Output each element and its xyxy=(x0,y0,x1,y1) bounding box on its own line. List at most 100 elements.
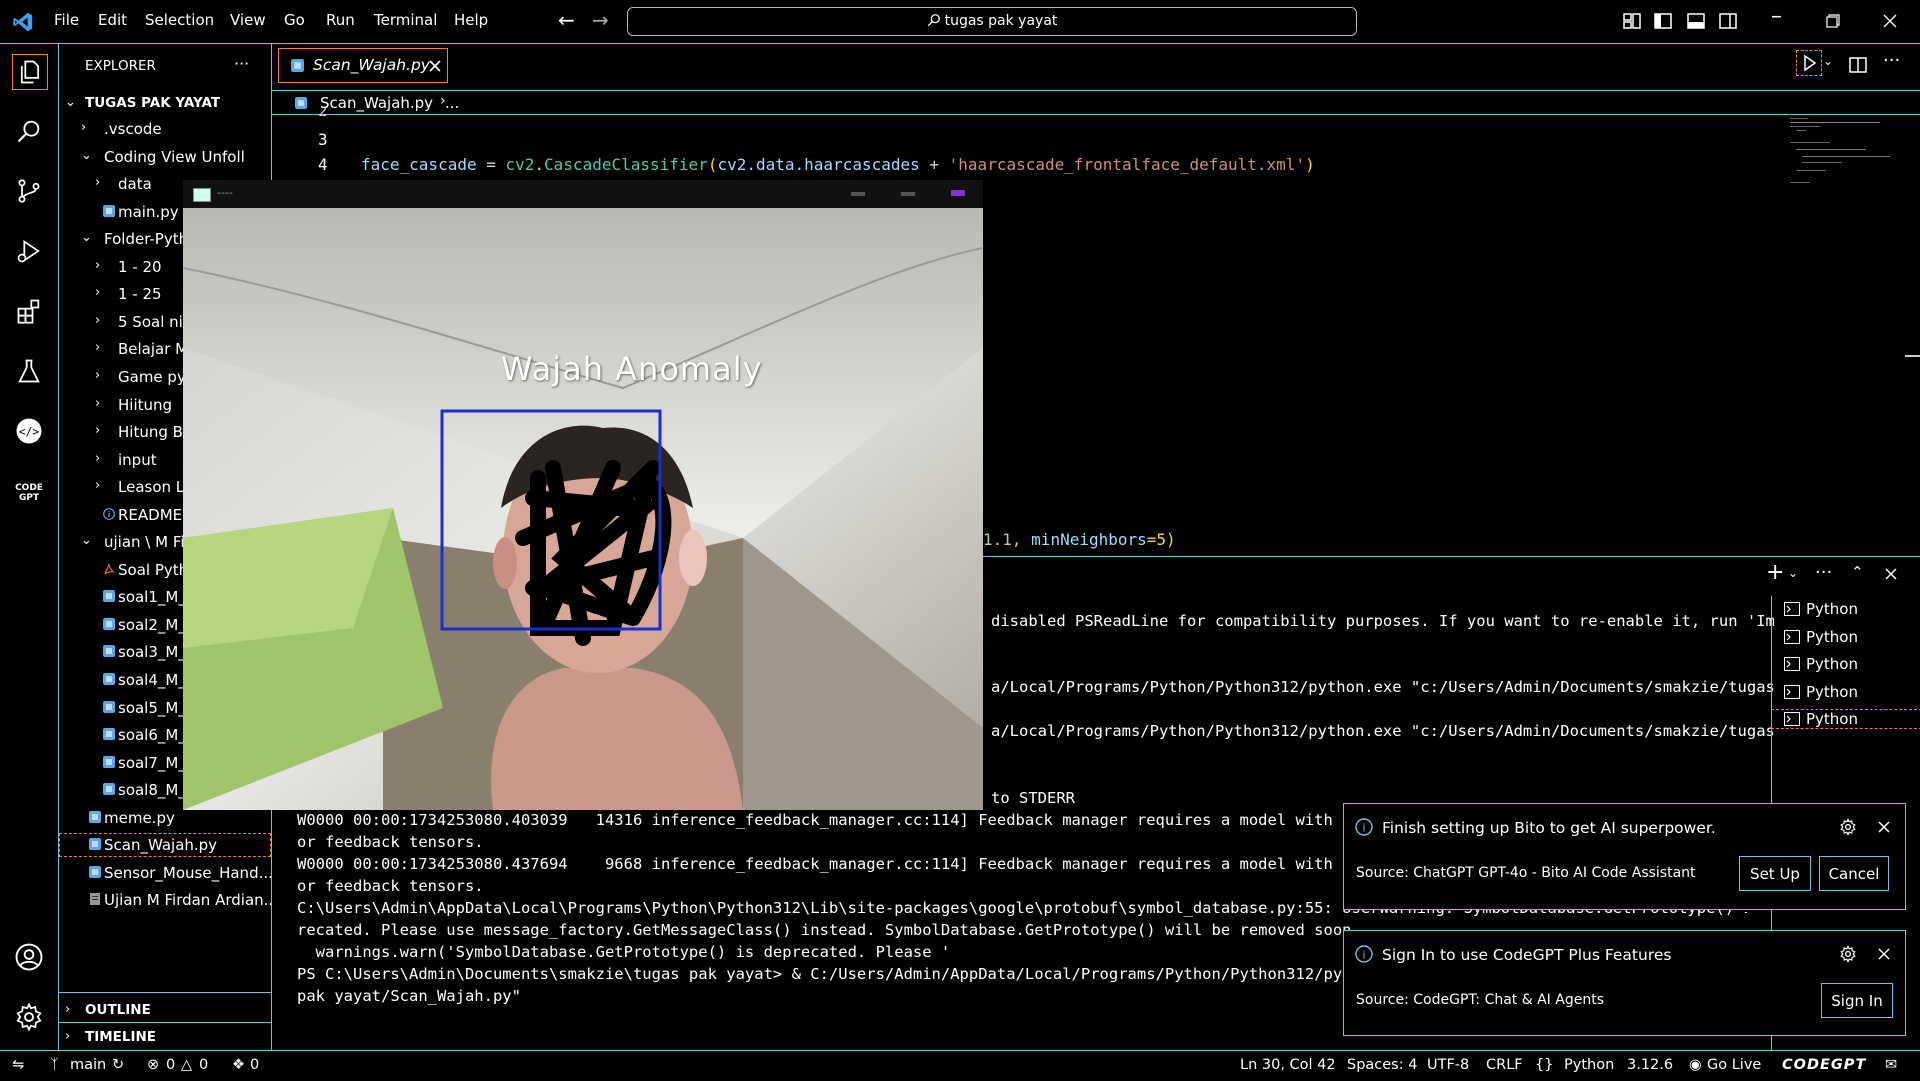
codegpt-status[interactable]: CODEGPT xyxy=(1782,1057,1866,1073)
chevron-right-icon: › xyxy=(95,396,101,411)
extensions-icon[interactable] xyxy=(12,294,46,328)
close-panel-icon[interactable] xyxy=(1885,568,1897,580)
chevron-right-icon: › xyxy=(95,258,101,273)
command-center[interactable]: tugas pak yayat xyxy=(627,7,1357,36)
breadcrumb-symbol[interactable]: ... xyxy=(445,94,459,112)
testing-flask-icon[interactable] xyxy=(12,354,46,388)
end-of-line[interactable]: CRLF xyxy=(1486,1057,1523,1073)
toggle-secondary-sidebar-icon[interactable] xyxy=(1719,12,1737,30)
svg-text:GPT: GPT xyxy=(19,493,40,502)
ports-count[interactable]: 0 xyxy=(250,1057,259,1073)
new-terminal-icon[interactable]: + xyxy=(1766,560,1784,585)
maximize-panel-icon[interactable]: ⌃ xyxy=(1851,563,1864,581)
notification-settings-gear-icon[interactable] xyxy=(1839,818,1857,836)
notifications-bell-icon[interactable]: ✉ xyxy=(1885,1057,1897,1073)
minimize-icon[interactable]: – xyxy=(1771,4,1782,29)
camera-close-icon[interactable] xyxy=(951,190,965,196)
split-editor-icon[interactable] xyxy=(1849,56,1867,74)
terminal-instance[interactable]: Python xyxy=(1784,628,1920,646)
language-mode[interactable]: Python xyxy=(1564,1057,1614,1073)
git-branch[interactable]: main xyxy=(70,1057,106,1073)
run-dropdown-chevron-icon[interactable]: ⌄ xyxy=(1823,54,1833,68)
cancel-button[interactable]: Cancel xyxy=(1819,856,1889,891)
timeline-section[interactable]: › TIMELINE xyxy=(59,1026,271,1050)
camera-window[interactable]: ---- Wajah Anomaly xyxy=(183,180,983,810)
tree-item[interactable]: ⌄ Coding View Unfoll xyxy=(59,145,271,169)
menu-file[interactable]: File xyxy=(54,11,79,29)
encoding[interactable]: UTF-8 xyxy=(1427,1057,1469,1073)
tab-scan-wajah[interactable]: Scan_Wajah.py xyxy=(278,48,448,83)
restore-icon[interactable] xyxy=(1826,14,1840,28)
terminal-line: PS C:\Users\Admin\Documents\smakzie\tuga… xyxy=(297,965,1380,983)
go-live-icon[interactable]: ◉ xyxy=(1689,1057,1702,1073)
codegpt-icon[interactable]: CODE GPT xyxy=(12,474,46,508)
close-tab-icon[interactable] xyxy=(429,60,441,72)
toggle-sidebar-icon[interactable] xyxy=(1654,12,1672,30)
search-activity-icon[interactable] xyxy=(12,114,46,148)
menu-go[interactable]: Go xyxy=(284,11,305,29)
menu-view[interactable]: View xyxy=(230,11,266,29)
remote-indicator-icon[interactable]: ⇋ xyxy=(12,1057,24,1073)
settings-gear-icon[interactable] xyxy=(12,1000,46,1034)
indentation[interactable]: Spaces: 4 xyxy=(1347,1057,1417,1073)
outline-section[interactable]: › OUTLINE xyxy=(59,999,271,1023)
editor-scrollbar[interactable] xyxy=(1905,355,1920,357)
panel-more-icon[interactable]: ··· xyxy=(1815,562,1832,583)
customize-layout-icon[interactable] xyxy=(1623,12,1641,30)
menu-selection[interactable]: Selection xyxy=(145,11,214,29)
camera-minimize-icon[interactable] xyxy=(851,192,865,196)
terminal-instance[interactable]: Python xyxy=(1784,683,1920,701)
camera-window-titlebar[interactable]: ---- xyxy=(183,180,983,208)
editor-more-icon[interactable]: ··· xyxy=(1883,50,1900,71)
code-line-30[interactable]: 1.1, minNeighbors=5) xyxy=(983,530,1176,549)
terminal-instance[interactable]: Python xyxy=(1771,709,1920,729)
error-icon[interactable]: ⊗ xyxy=(147,1057,159,1073)
terminal-instance[interactable]: Python xyxy=(1784,655,1920,673)
menu-help[interactable]: Help xyxy=(454,11,488,29)
bito-chat-icon[interactable]: </> xyxy=(12,414,46,448)
notification-close-icon[interactable] xyxy=(1878,948,1890,960)
svg-text:i: i xyxy=(1362,949,1365,962)
warning-count[interactable]: 0 xyxy=(199,1057,208,1073)
minimap[interactable] xyxy=(1788,116,1893,196)
editor-tab-bar: Scan_Wajah.py ⌄ ··· xyxy=(272,44,1920,91)
back-arrow-icon[interactable]: ← xyxy=(558,8,575,32)
sync-icon[interactable]: ↻ xyxy=(112,1057,124,1073)
go-live[interactable]: Go Live xyxy=(1707,1057,1761,1073)
python-version[interactable]: 3.12.6 xyxy=(1627,1057,1673,1073)
tree-item[interactable]: › .vscode xyxy=(59,117,271,141)
menu-terminal[interactable]: Terminal xyxy=(374,11,437,29)
forward-arrow-icon[interactable]: → xyxy=(592,8,609,32)
terminal-dropdown-icon[interactable]: ⌄ xyxy=(1788,566,1798,580)
tree-item[interactable]: Scan_Wajah.py xyxy=(59,833,271,857)
workspace-header[interactable]: ⌄ TUGAS PAK YAYAT xyxy=(59,92,271,116)
camera-maximize-icon[interactable] xyxy=(901,192,915,196)
sign-in-button[interactable]: Sign In xyxy=(1821,983,1893,1018)
explorer-more-button[interactable]: ··· xyxy=(234,54,249,73)
run-debug-icon[interactable] xyxy=(12,234,46,268)
breadcrumb-file[interactable]: Scan_Wajah.py xyxy=(320,94,433,112)
terminal-instance[interactable]: Python xyxy=(1784,600,1920,618)
notification-close-icon[interactable] xyxy=(1878,821,1890,833)
run-python-button[interactable] xyxy=(1796,50,1822,76)
menu-edit[interactable]: Edit xyxy=(98,11,127,29)
language-braces-icon[interactable]: {} xyxy=(1535,1057,1553,1073)
source-control-icon[interactable] xyxy=(12,174,46,208)
error-count[interactable]: 0 xyxy=(166,1057,175,1073)
close-window-icon[interactable] xyxy=(1883,14,1897,28)
menu-run[interactable]: Run xyxy=(326,11,355,29)
code-line-4[interactable]: face_cascade = cv2.CascadeClassifier(cv2… xyxy=(361,155,1315,174)
tree-item[interactable]: Sensor_Mouse_Hand... xyxy=(59,861,271,885)
python-file-icon xyxy=(89,866,101,878)
setup-button[interactable]: Set Up xyxy=(1739,856,1811,891)
tree-item[interactable]: Ujian M Firdan Ardian... xyxy=(59,888,271,912)
tree-item-label: .vscode xyxy=(104,120,162,138)
explorer-icon[interactable] xyxy=(12,54,48,90)
account-icon[interactable] xyxy=(12,940,46,974)
terminal-instance-label: Python xyxy=(1806,627,1858,646)
ports-icon[interactable]: ❖ xyxy=(232,1057,245,1073)
warning-icon[interactable]: △ xyxy=(181,1057,192,1073)
toggle-panel-icon[interactable] xyxy=(1687,12,1705,30)
cursor-position[interactable]: Ln 30, Col 42 xyxy=(1240,1057,1336,1073)
notification-settings-gear-icon[interactable] xyxy=(1839,945,1857,963)
